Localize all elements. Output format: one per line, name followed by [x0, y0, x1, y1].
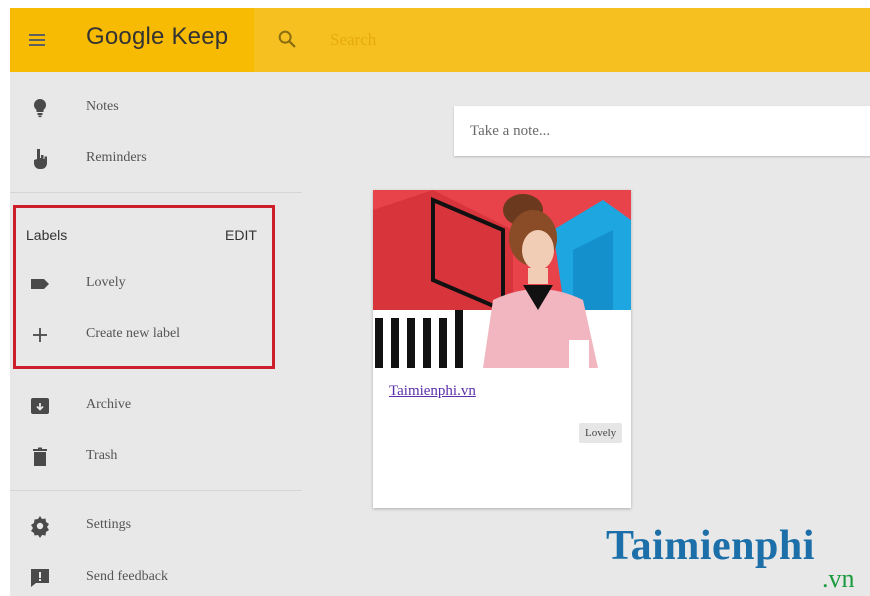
- archive-icon: [31, 398, 49, 414]
- reminder-hand-icon: [34, 149, 47, 169]
- sidebar-item-label: Archive: [86, 397, 132, 412]
- watermark-logo: Taimienphi: [606, 523, 815, 569]
- app-header: Google Keep: [10, 8, 870, 72]
- sidebar-divider: [10, 192, 302, 193]
- hamburger-menu-icon: [29, 34, 45, 36]
- lightbulb-icon: [33, 98, 47, 118]
- sidebar-item-label-lovely[interactable]: Lovely: [10, 264, 300, 304]
- note-label-chip[interactable]: Lovely: [579, 423, 623, 443]
- feedback-icon: [31, 569, 49, 587]
- main-menu-button[interactable]: [26, 28, 50, 52]
- plus-icon: [33, 328, 47, 342]
- search-input[interactable]: [328, 26, 832, 54]
- labels-heading: Labels: [26, 227, 68, 243]
- search-icon[interactable]: [276, 28, 298, 50]
- sidebar-item-label: Lovely: [86, 275, 126, 290]
- sidebar-item-reminders[interactable]: Reminders: [10, 139, 300, 179]
- edit-labels-button[interactable]: EDIT: [225, 227, 257, 243]
- sidebar-item-label: Send feedback: [86, 569, 169, 584]
- app-frame: Google Keep Notes Reminders Labels EDIT …: [10, 8, 870, 596]
- note-card[interactable]: Taimienphi.vn Lovely: [373, 190, 631, 508]
- sidebar-item-settings[interactable]: Settings: [10, 506, 300, 546]
- sidebar-item-archive[interactable]: Archive: [10, 386, 300, 426]
- create-new-label-button[interactable]: Create new label: [10, 315, 300, 355]
- sidebar-item-trash[interactable]: Trash: [10, 437, 300, 477]
- note-image: [373, 190, 631, 368]
- sidebar-item-label: Create new label: [86, 326, 181, 341]
- gear-icon: [31, 516, 49, 538]
- label-tag-icon: [31, 279, 49, 289]
- sidebar-item-label: Trash: [86, 448, 118, 463]
- sidebar-item-label: Reminders: [86, 150, 147, 165]
- take-a-note-input[interactable]: [454, 106, 870, 156]
- sidebar-item-label: Notes: [86, 99, 119, 114]
- watermark-tld: .vn: [822, 564, 855, 593]
- app-brand-title: Google Keep: [86, 23, 229, 50]
- sidebar-item-send-feedback[interactable]: Send feedback: [10, 558, 300, 596]
- note-link[interactable]: Taimienphi.vn: [389, 383, 476, 400]
- sidebar-divider: [10, 490, 302, 491]
- sidebar-item-notes[interactable]: Notes: [10, 88, 300, 128]
- trash-icon: [33, 447, 47, 466]
- sidebar-item-label: Settings: [86, 517, 132, 532]
